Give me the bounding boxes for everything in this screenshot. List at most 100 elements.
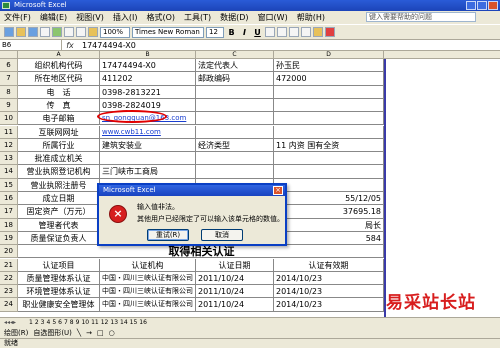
print-icon[interactable] (40, 27, 50, 37)
cell-a[interactable]: 所属行业 (18, 138, 100, 153)
cell-a[interactable]: 电 话 (18, 85, 100, 99)
row-header[interactable]: 13 (0, 152, 18, 166)
cell-c[interactable]: 2011/10/24 (196, 298, 274, 312)
cell-d[interactable] (274, 152, 384, 166)
section-title-cell[interactable]: 取得相关认证 (18, 245, 384, 259)
line-tool-icon[interactable]: ╲ (77, 329, 81, 337)
cell-b[interactable]: 中国・四川三峡认证有限公司 (100, 285, 196, 299)
retry-button[interactable]: 重试(R) (147, 229, 189, 241)
sheet-tab[interactable]: 10 (80, 319, 90, 326)
menu-window[interactable]: 窗口(W) (258, 12, 288, 23)
merge-icon[interactable] (301, 27, 311, 37)
column-header-d[interactable]: D (274, 51, 384, 59)
font-color-icon[interactable] (325, 27, 335, 37)
maximize-button[interactable] (477, 1, 487, 10)
cell-b[interactable]: 中国・四川三峡认证有限公司 (100, 298, 196, 312)
cell-a[interactable]: 营业执照注册号 (18, 178, 100, 192)
font-select[interactable]: Times New Roman (132, 26, 204, 38)
cell-c[interactable]: 2011/10/24 (196, 285, 274, 299)
menu-format[interactable]: 格式(O) (146, 12, 175, 23)
menu-data[interactable]: 数据(D) (220, 12, 248, 23)
row-header[interactable]: 10 (0, 112, 18, 126)
cell-b[interactable]: 认证机构 (100, 258, 196, 272)
cell-c[interactable]: 法定代表人 (196, 59, 274, 73)
cell-b[interactable]: 411202 (100, 72, 196, 86)
zoom-select[interactable]: 100% (100, 26, 130, 38)
oval-tool-icon[interactable]: ○ (109, 329, 115, 337)
cell-d[interactable]: 55/12/05 (274, 192, 384, 206)
cell-d[interactable]: 2014/10/23 (274, 298, 384, 312)
cell-c[interactable] (196, 85, 274, 99)
italic-button[interactable]: I (239, 28, 250, 37)
cell-b[interactable]: www.cwb11.com (100, 125, 196, 139)
cell-a[interactable]: 传 真 (18, 98, 100, 113)
column-header-b[interactable]: B (100, 51, 196, 59)
formula-input[interactable]: 17474494-X0 (78, 41, 136, 50)
cell-d[interactable]: 37695.18 (274, 205, 384, 219)
open-icon[interactable] (16, 27, 26, 37)
cell-b[interactable]: 中国・四川三峡认证有限公司 (100, 271, 196, 286)
redo-icon[interactable] (76, 27, 86, 37)
cell-a[interactable]: 认证项目 (18, 258, 100, 272)
cell-c[interactable] (196, 125, 274, 139)
cell-c[interactable] (196, 152, 274, 166)
column-header-e[interactable] (384, 51, 500, 59)
sheet-tab[interactable]: 15 (129, 319, 139, 326)
cell-d[interactable]: 584 (274, 231, 384, 246)
row-header[interactable]: 15 (0, 178, 18, 192)
cell-d[interactable]: 认证有效期 (274, 258, 384, 272)
cell-a[interactable]: 环境管理体系认证 (18, 285, 100, 299)
row-header[interactable]: 11 (0, 125, 18, 139)
cell-c[interactable]: 经济类型 (196, 138, 274, 153)
preview-icon[interactable] (52, 27, 62, 37)
row-header[interactable]: 23 (0, 285, 18, 299)
corner-select-all[interactable] (0, 51, 18, 59)
cell-a[interactable]: 成立日期 (18, 192, 100, 206)
undo-icon[interactable] (64, 27, 74, 37)
cell-b[interactable]: 17474494-X0 (100, 59, 196, 73)
cell-d[interactable] (274, 165, 384, 179)
sheet-tab[interactable]: 13 (109, 319, 119, 326)
rectangle-tool-icon[interactable]: □ (97, 329, 104, 337)
row-header[interactable]: 20 (0, 245, 18, 259)
cell-a[interactable]: 互联网网址 (18, 125, 100, 139)
minimize-button[interactable] (466, 1, 476, 10)
cell-d[interactable]: 11 内资 国有全资 (274, 138, 384, 153)
cell-d[interactable]: 472000 (274, 72, 384, 86)
row-header[interactable]: 9 (0, 98, 18, 113)
cell-c[interactable]: 2011/10/24 (196, 271, 274, 286)
cell-c[interactable] (196, 165, 274, 179)
help-search-input[interactable]: 键入需要帮助的问题 (366, 12, 476, 22)
sheet-tab[interactable]: 14 (119, 319, 129, 326)
column-header-c[interactable]: C (196, 51, 274, 59)
cell-b[interactable]: 0398-2813221 (100, 85, 196, 99)
sheet-tab[interactable]: 11 (90, 319, 100, 326)
cell-c[interactable] (196, 112, 274, 126)
cell-d[interactable] (274, 85, 384, 99)
save-icon[interactable] (28, 27, 38, 37)
cell-a[interactable]: 批准成立机关 (18, 152, 100, 166)
cell-d[interactable] (274, 125, 384, 139)
menu-help[interactable]: 帮助(H) (297, 12, 325, 23)
dialog-close-icon[interactable]: × (273, 186, 283, 195)
new-icon[interactable] (4, 27, 14, 37)
row-header[interactable]: 24 (0, 298, 18, 312)
align-center-icon[interactable] (277, 27, 287, 37)
sum-icon[interactable] (88, 27, 98, 37)
bold-button[interactable]: B (226, 28, 237, 37)
menu-tools[interactable]: 工具(T) (184, 12, 211, 23)
cell-a[interactable]: 组织机构代码 (18, 59, 100, 73)
fx-icon[interactable]: fx (62, 41, 78, 50)
column-header-a[interactable]: A (18, 51, 100, 59)
cell-a[interactable]: 营业执照登记机构 (18, 165, 100, 179)
cell-b[interactable] (100, 152, 196, 166)
cell-d[interactable]: 孙玉民 (274, 59, 384, 73)
underline-button[interactable]: U (252, 28, 263, 37)
menu-view[interactable]: 视图(V) (76, 12, 104, 23)
name-box[interactable]: B6 (0, 40, 62, 50)
align-left-icon[interactable] (265, 27, 275, 37)
row-header[interactable]: 6 (0, 59, 18, 73)
autoshapes-menu[interactable]: 自选图形(U) (33, 328, 72, 338)
row-header[interactable]: 14 (0, 165, 18, 179)
cell-a[interactable]: 所在地区代码 (18, 72, 100, 86)
